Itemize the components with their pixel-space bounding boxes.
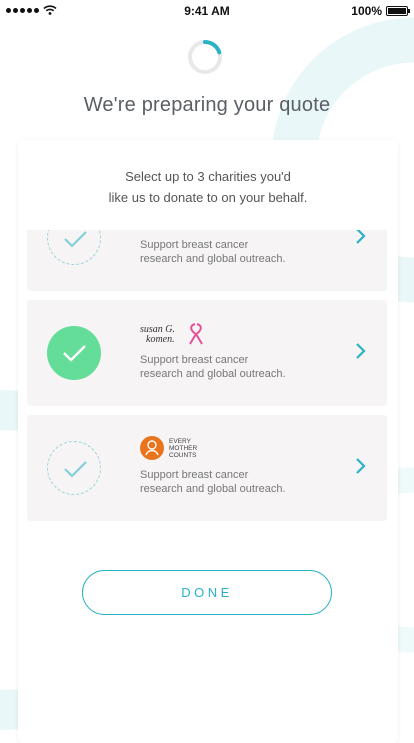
status-bar: 9:41 AM 100% [0,0,414,22]
charity-row-komen[interactable]: susan G. komen. Support breast cancer re… [27,300,387,406]
every-mother-counts-logo: EVERY MOTHER COUNTS [140,436,197,460]
charity-description: Support breast cancer research and globa… [140,354,286,380]
page-title: We're preparing your quote [83,94,331,116]
komen-logo: susan G. komen. [140,323,203,345]
intro-line-1: Select up to 3 charities you'd [125,169,291,184]
chevron-right-icon[interactable] [355,342,367,360]
svg-text:EVERY: EVERY [169,438,192,445]
charity-card: Select up to 3 charities you'd like us t… [18,140,398,743]
chevron-right-icon[interactable] [355,230,367,245]
svg-text:COUNTS: COUNTS [169,452,197,459]
charity-description: Support breast cancer research and globa… [140,239,286,265]
chevron-right-icon[interactable] [355,457,367,475]
card-intro: Select up to 3 charities you'd like us t… [18,166,398,208]
charity-row-every-mother-counts[interactable]: EVERY MOTHER COUNTS Support breast cance… [27,415,387,521]
unselected-check-icon[interactable] [47,230,101,265]
unselected-check-icon[interactable] [47,441,101,495]
done-button[interactable]: DONE [82,570,332,615]
battery-percent: 100% [351,4,382,18]
charity-row-1[interactable]: Support breast cancer research and globa… [27,230,387,291]
charity-list[interactable]: Support breast cancer research and globa… [27,230,387,530]
status-right: 100% [351,4,410,18]
battery-icon [386,6,410,16]
selected-check-icon[interactable] [47,326,101,380]
svg-text:MOTHER: MOTHER [169,445,197,452]
loading-spinner [188,39,222,74]
svg-text:komen.: komen. [146,334,175,345]
intro-line-2: like us to donate to on your behalf. [108,190,308,205]
charity-description: Support breast cancer research and globa… [140,469,286,495]
